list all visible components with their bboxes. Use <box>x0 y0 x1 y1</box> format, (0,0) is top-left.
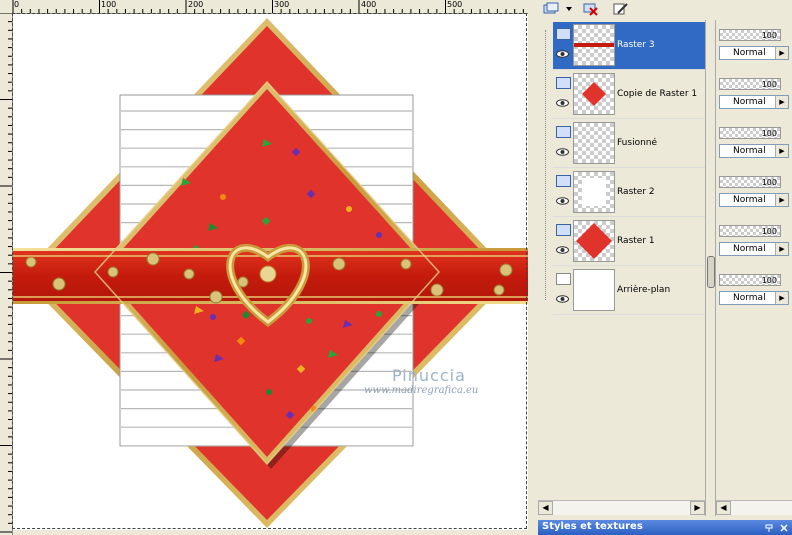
layer-name: Arrière-plan <box>617 285 671 295</box>
new-layer-icon[interactable] <box>542 0 560 18</box>
layer-name: Fusionné <box>617 138 658 148</box>
opacity-slider[interactable]: 100 <box>719 225 781 237</box>
ruler-label: 300 <box>274 0 290 9</box>
visibility-eye-icon[interactable] <box>556 246 569 254</box>
layer-row-raster-1[interactable]: Raster 1 <box>553 218 705 266</box>
layer-type-icon <box>556 77 571 89</box>
layer-props-row: 100 Normal ▶ <box>716 169 792 218</box>
layer-properties-column: 100 Normal ▶ 100 Normal ▶ 100 Normal ▶ 100 … <box>716 20 792 516</box>
layer-props-row: 100 Normal ▶ <box>716 218 792 267</box>
opacity-slider[interactable]: 100 <box>719 176 781 188</box>
layer-row-raster-2[interactable]: Raster 2 <box>553 169 705 217</box>
layer-props-row: 100 Normal ▶ <box>716 120 792 169</box>
delete-layer-icon[interactable] <box>582 0 600 18</box>
dropdown-arrow-icon[interactable]: ▶ <box>775 47 788 59</box>
styles-textures-titlebar[interactable]: Styles et textures <box>538 520 792 535</box>
blend-mode-value: Normal <box>733 244 766 254</box>
opacity-value: 100 <box>761 227 777 236</box>
layers-toolbar <box>538 0 792 20</box>
layer-row-fusionne[interactable]: Fusionné <box>553 120 705 168</box>
blend-mode-select[interactable]: Normal ▶ <box>719 46 789 60</box>
layer-type-icon <box>556 28 571 40</box>
opacity-value: 100 <box>761 129 777 138</box>
image-canvas[interactable]: Pinuccia www.madiregrafica.eu <box>13 14 528 530</box>
ruler-label: 0 <box>14 0 20 9</box>
visibility-eye-icon[interactable] <box>556 50 569 58</box>
blend-mode-select[interactable]: Normal ▶ <box>719 291 789 305</box>
blend-mode-value: Normal <box>733 195 766 205</box>
layer-name: Raster 3 <box>617 40 655 50</box>
left-ruler <box>0 13 13 535</box>
opacity-slider[interactable]: 100 <box>719 29 781 41</box>
blend-mode-value: Normal <box>733 146 766 156</box>
dropdown-arrow-icon[interactable]: ▶ <box>775 243 788 255</box>
collapse-handle[interactable] <box>707 256 715 288</box>
layer-props-row: 100 Normal ▶ <box>716 22 792 71</box>
opacity-value: 100 <box>761 31 777 40</box>
layers-list: Raster 3 Copie de Raster 1 Fusionné Rast… <box>538 20 705 516</box>
layer-tree-line <box>545 30 551 300</box>
blend-mode-value: Normal <box>733 293 766 303</box>
opacity-slider[interactable]: 100 <box>719 274 781 286</box>
layer-row-raster-3[interactable]: Raster 3 <box>553 22 705 70</box>
panel-title: Styles et textures <box>542 521 643 532</box>
layer-type-icon <box>556 126 571 138</box>
visibility-eye-icon[interactable] <box>556 148 569 156</box>
scroll-right-icon[interactable]: ▶ <box>690 501 705 515</box>
ruler-label: 400 <box>361 0 377 9</box>
layer-type-icon <box>556 224 571 236</box>
background-layer-icon <box>556 273 571 285</box>
ruler-label: 100 <box>101 0 117 9</box>
edit-layer-icon[interactable] <box>612 0 630 18</box>
blend-mode-value: Normal <box>733 48 766 58</box>
layer-thumbnail <box>573 171 615 213</box>
layer-props-row: 100 Normal ▶ <box>716 71 792 120</box>
blend-mode-select[interactable]: Normal ▶ <box>719 242 789 256</box>
blend-mode-value: Normal <box>733 97 766 107</box>
dropdown-arrow-icon[interactable]: ▶ <box>775 145 788 157</box>
layer-thumbnail <box>573 122 615 164</box>
opacity-value: 100 <box>761 80 777 89</box>
watermark-name: Pinuccia <box>392 366 466 385</box>
blend-mode-select[interactable]: Normal ▶ <box>719 144 789 158</box>
visibility-eye-icon[interactable] <box>556 295 569 303</box>
layer-type-icon <box>556 175 571 187</box>
layer-thumbnail <box>573 220 615 262</box>
layer-row-copie-de-raster-1[interactable]: Copie de Raster 1 <box>553 71 705 119</box>
layer-thumbnail <box>573 269 615 311</box>
pin-icon[interactable] <box>764 523 774 533</box>
layer-name: Raster 1 <box>617 236 655 246</box>
dropdown-arrow-icon[interactable] <box>560 0 578 18</box>
layer-thumbnail <box>573 73 615 115</box>
layer-name: Raster 2 <box>617 187 655 197</box>
opacity-value: 100 <box>761 178 777 187</box>
layer-name: Copie de Raster 1 <box>617 89 698 99</box>
blend-mode-select[interactable]: Normal ▶ <box>719 193 789 207</box>
top-ruler: 0 100 200 300 400 500 <box>0 0 532 14</box>
canvas-gutter <box>528 0 538 535</box>
layer-props-row: 100 Normal ▶ <box>716 267 792 316</box>
close-icon[interactable] <box>779 523 789 533</box>
opacity-slider[interactable]: 100 <box>719 78 781 90</box>
watermark-url: www.madiregrafica.eu <box>364 385 479 396</box>
layer-row-arriere-plan[interactable]: Arrière-plan <box>553 267 705 315</box>
visibility-eye-icon[interactable] <box>556 99 569 107</box>
opacity-value: 100 <box>761 276 777 285</box>
dropdown-arrow-icon[interactable]: ▶ <box>775 292 788 304</box>
layers-horizontal-scrollbar[interactable]: ◀ ▶ <box>538 500 705 515</box>
visibility-eye-icon[interactable] <box>556 197 569 205</box>
scroll-left-icon[interactable]: ◀ <box>716 501 731 515</box>
dropdown-arrow-icon[interactable]: ▶ <box>775 194 788 206</box>
scroll-left-icon[interactable]: ◀ <box>538 501 553 515</box>
dropdown-arrow-icon[interactable]: ▶ <box>775 96 788 108</box>
opacity-slider[interactable]: 100 <box>719 127 781 139</box>
ruler-label: 200 <box>188 0 204 9</box>
layer-thumbnail <box>573 24 615 66</box>
blend-mode-select[interactable]: Normal ▶ <box>719 95 789 109</box>
props-horizontal-scrollbar[interactable]: ◀ <box>716 500 792 515</box>
ruler-label: 500 <box>447 0 463 9</box>
